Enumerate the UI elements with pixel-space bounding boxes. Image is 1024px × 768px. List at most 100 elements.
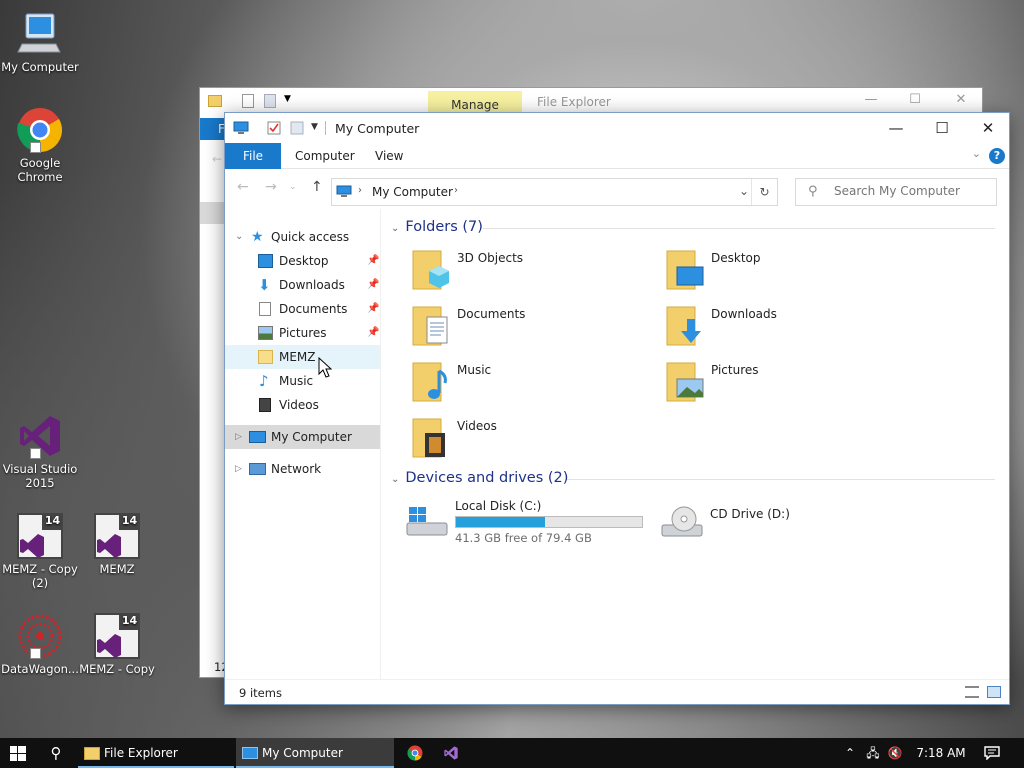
breadcrumb-separator-icon[interactable]: › <box>454 185 458 196</box>
pin-icon[interactable]: 📌 <box>367 249 379 273</box>
minimize-button[interactable]: — <box>873 113 919 143</box>
music-folder-icon <box>412 362 447 402</box>
tab-file[interactable]: File <box>225 143 281 169</box>
search-input[interactable] <box>834 184 984 198</box>
back-arrow-icon[interactable]: ← <box>237 179 249 195</box>
tab-view[interactable]: View <box>361 143 417 169</box>
folder-downloads[interactable]: Downloads <box>665 303 905 353</box>
sidebar-item-desktop[interactable]: Desktop 📌 <box>225 249 380 273</box>
maximize-button[interactable]: ☐ <box>904 92 926 110</box>
up-arrow-icon[interactable]: ↑ <box>311 179 323 195</box>
folder-documents[interactable]: Documents <box>411 303 651 353</box>
sidebar-item-label: Music <box>279 374 314 388</box>
sidebar-item-network[interactable]: ▷ Network <box>225 457 380 481</box>
close-button[interactable]: ✕ <box>965 113 1011 143</box>
recent-locations-icon[interactable]: ⌄ <box>289 182 297 192</box>
action-center-button[interactable] <box>978 738 1024 768</box>
desktop-icon-label: My Computer <box>1 60 79 74</box>
desktop-icon-google-chrome[interactable]: Google Chrome <box>0 106 80 184</box>
pin-icon[interactable]: 📌 <box>367 297 379 321</box>
tab-computer[interactable]: Computer <box>281 143 369 169</box>
desktop-icon-memz-copy[interactable]: 14 MEMZ - Copy <box>77 612 157 676</box>
taskbar-chrome[interactable] <box>398 738 432 768</box>
desktop-icon-memz[interactable]: 14 MEMZ <box>77 512 157 576</box>
sidebar-item-downloads[interactable]: ⬇ Downloads 📌 <box>225 273 380 297</box>
sidebar-item-label: Desktop <box>279 254 329 268</box>
pin-icon[interactable]: 📌 <box>367 273 379 297</box>
properties-icon[interactable] <box>267 121 281 135</box>
sidebar-item-documents[interactable]: Documents 📌 <box>225 297 380 321</box>
desktop-icon-label: MEMZ - Copy <box>79 662 155 676</box>
my-computer-window[interactable]: ▼ My Computer — ☐ ✕ File Computer View ⌄… <box>224 112 1010 705</box>
status-bar: 9 items <box>225 679 1009 705</box>
show-hidden-icons-icon[interactable]: ⌃ <box>840 738 860 768</box>
memz-icon: 14 <box>16 512 64 560</box>
address-dropdown-icon[interactable]: ⌄ <box>739 184 749 198</box>
desktop-icon-my-computer[interactable]: My Computer <box>0 10 80 74</box>
content-pane: ⌄ Folders (7) 3D Objects Desktop Document… <box>383 209 1009 679</box>
drives-group-header[interactable]: ⌄ Devices and drives (2) <box>391 470 1001 486</box>
maximize-button[interactable]: ☐ <box>919 113 965 143</box>
back-arrow-icon[interactable]: ← <box>212 152 222 166</box>
search-icon[interactable]: ⚲ <box>38 738 74 768</box>
sidebar-item-pictures[interactable]: Pictures 📌 <box>225 321 380 345</box>
chevron-down-icon[interactable]: ▼ <box>284 94 291 104</box>
clock[interactable]: 7:18 AM <box>906 738 976 768</box>
sidebar-item-music[interactable]: ♪ Music <box>225 369 380 393</box>
desktop-icon-visual-studio[interactable]: Visual Studio 2015 <box>0 412 80 490</box>
new-folder-icon[interactable] <box>290 121 304 135</box>
volume-muted-icon[interactable]: 🔇 <box>884 738 906 768</box>
search-box[interactable]: ⚲ <box>795 178 997 206</box>
details-view-icon[interactable] <box>965 686 979 698</box>
close-button[interactable]: ✕ <box>950 92 972 110</box>
sidebar-item-memz[interactable]: MEMZ <box>225 345 380 369</box>
sidebar-item-label: My Computer <box>271 430 352 444</box>
folder-3d-objects[interactable]: 3D Objects <box>411 247 651 297</box>
drive-local-disk-c[interactable]: Local Disk (C:) 41.3 GB free of 79.4 GB <box>405 499 665 549</box>
pictures-folder-icon <box>666 362 704 402</box>
pin-icon[interactable]: 📌 <box>367 321 379 345</box>
chevron-down-icon[interactable]: ▼ <box>311 122 318 132</box>
collapse-icon[interactable]: ⌄ <box>391 223 399 234</box>
forward-arrow-icon[interactable]: → <box>265 179 277 195</box>
sidebar-item-label: Network <box>271 462 322 476</box>
folders-group-header[interactable]: ⌄ Folders (7) <box>391 219 1001 235</box>
downloads-folder-icon <box>666 306 701 346</box>
titlebar[interactable]: ▼ My Computer — ☐ ✕ <box>225 113 1009 143</box>
help-icon[interactable]: ? <box>989 148 1005 164</box>
collapse-icon[interactable]: ⌄ <box>391 474 399 485</box>
memz-badge: 14 <box>44 514 61 527</box>
folder-desktop[interactable]: Desktop <box>665 247 905 297</box>
sidebar-item-quick-access[interactable]: ⌄ ★ Quick access <box>225 225 380 249</box>
visual-studio-icon <box>444 746 458 760</box>
taskbar-file-explorer[interactable]: File Explorer <box>78 738 234 768</box>
network-status-icon[interactable]: 🖧 <box>862 738 884 768</box>
address-bar[interactable]: › My Computer › ⌄ ↻ <box>331 178 778 206</box>
new-folder-icon[interactable] <box>264 94 276 108</box>
folder-videos[interactable]: Videos <box>411 415 651 465</box>
file-tab[interactable]: F <box>200 118 225 140</box>
properties-icon[interactable] <box>242 94 254 108</box>
collapse-icon[interactable]: ⌄ <box>235 225 243 249</box>
start-button[interactable] <box>0 738 36 768</box>
network-icon <box>249 463 266 475</box>
refresh-icon[interactable]: ↻ <box>751 179 777 205</box>
taskbar-my-computer[interactable]: My Computer <box>236 738 394 768</box>
taskbar-visual-studio[interactable] <box>434 738 468 768</box>
breadcrumb[interactable]: My Computer <box>372 185 453 199</box>
expand-icon[interactable]: ▷ <box>235 457 242 481</box>
desktop-icon-datawagon[interactable]: DataWagon... <box>0 612 80 676</box>
minimize-button[interactable]: — <box>860 92 882 110</box>
expand-ribbon-icon[interactable]: ⌄ <box>972 147 981 160</box>
sidebar-item-videos[interactable]: Videos <box>225 393 380 417</box>
desktop-icon-memz-copy-2[interactable]: 14 MEMZ - Copy (2) <box>0 512 80 590</box>
drive-usage-bar <box>455 516 643 528</box>
folder-pictures[interactable]: Pictures <box>665 359 905 409</box>
manage-tab[interactable]: Manage <box>428 91 522 113</box>
breadcrumb-separator-icon[interactable]: › <box>358 185 362 196</box>
large-icons-view-icon[interactable] <box>987 686 1001 698</box>
sidebar-item-my-computer[interactable]: ▷ My Computer <box>225 425 380 449</box>
folder-music[interactable]: Music <box>411 359 651 409</box>
expand-icon[interactable]: ▷ <box>235 425 242 449</box>
drive-cd-d[interactable]: CD Drive (D:) <box>660 499 900 549</box>
